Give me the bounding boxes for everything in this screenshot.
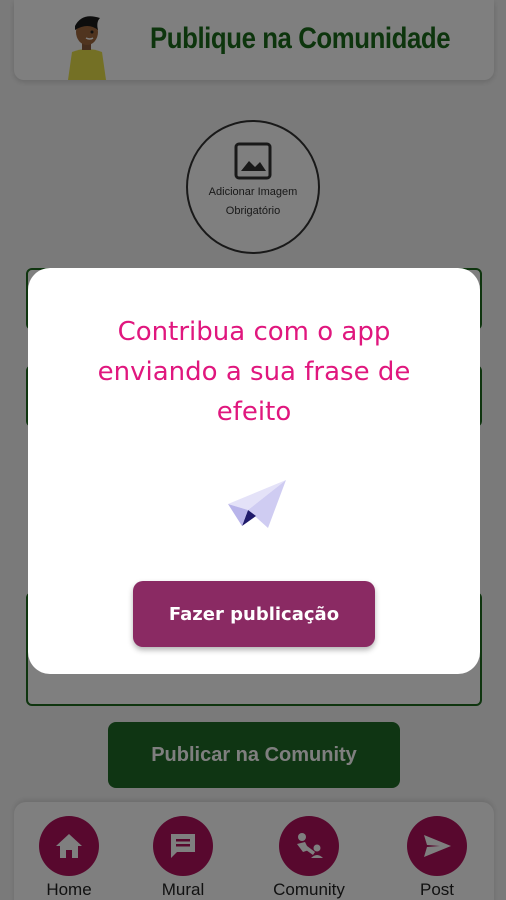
contribute-dialog: Contribua com o app enviando a sua frase… [28,268,480,674]
paper-plane-icon [228,480,286,528]
dialog-message: Contribua com o app enviando a sua frase… [97,317,411,427]
make-post-button[interactable]: Fazer publicação [133,581,375,647]
